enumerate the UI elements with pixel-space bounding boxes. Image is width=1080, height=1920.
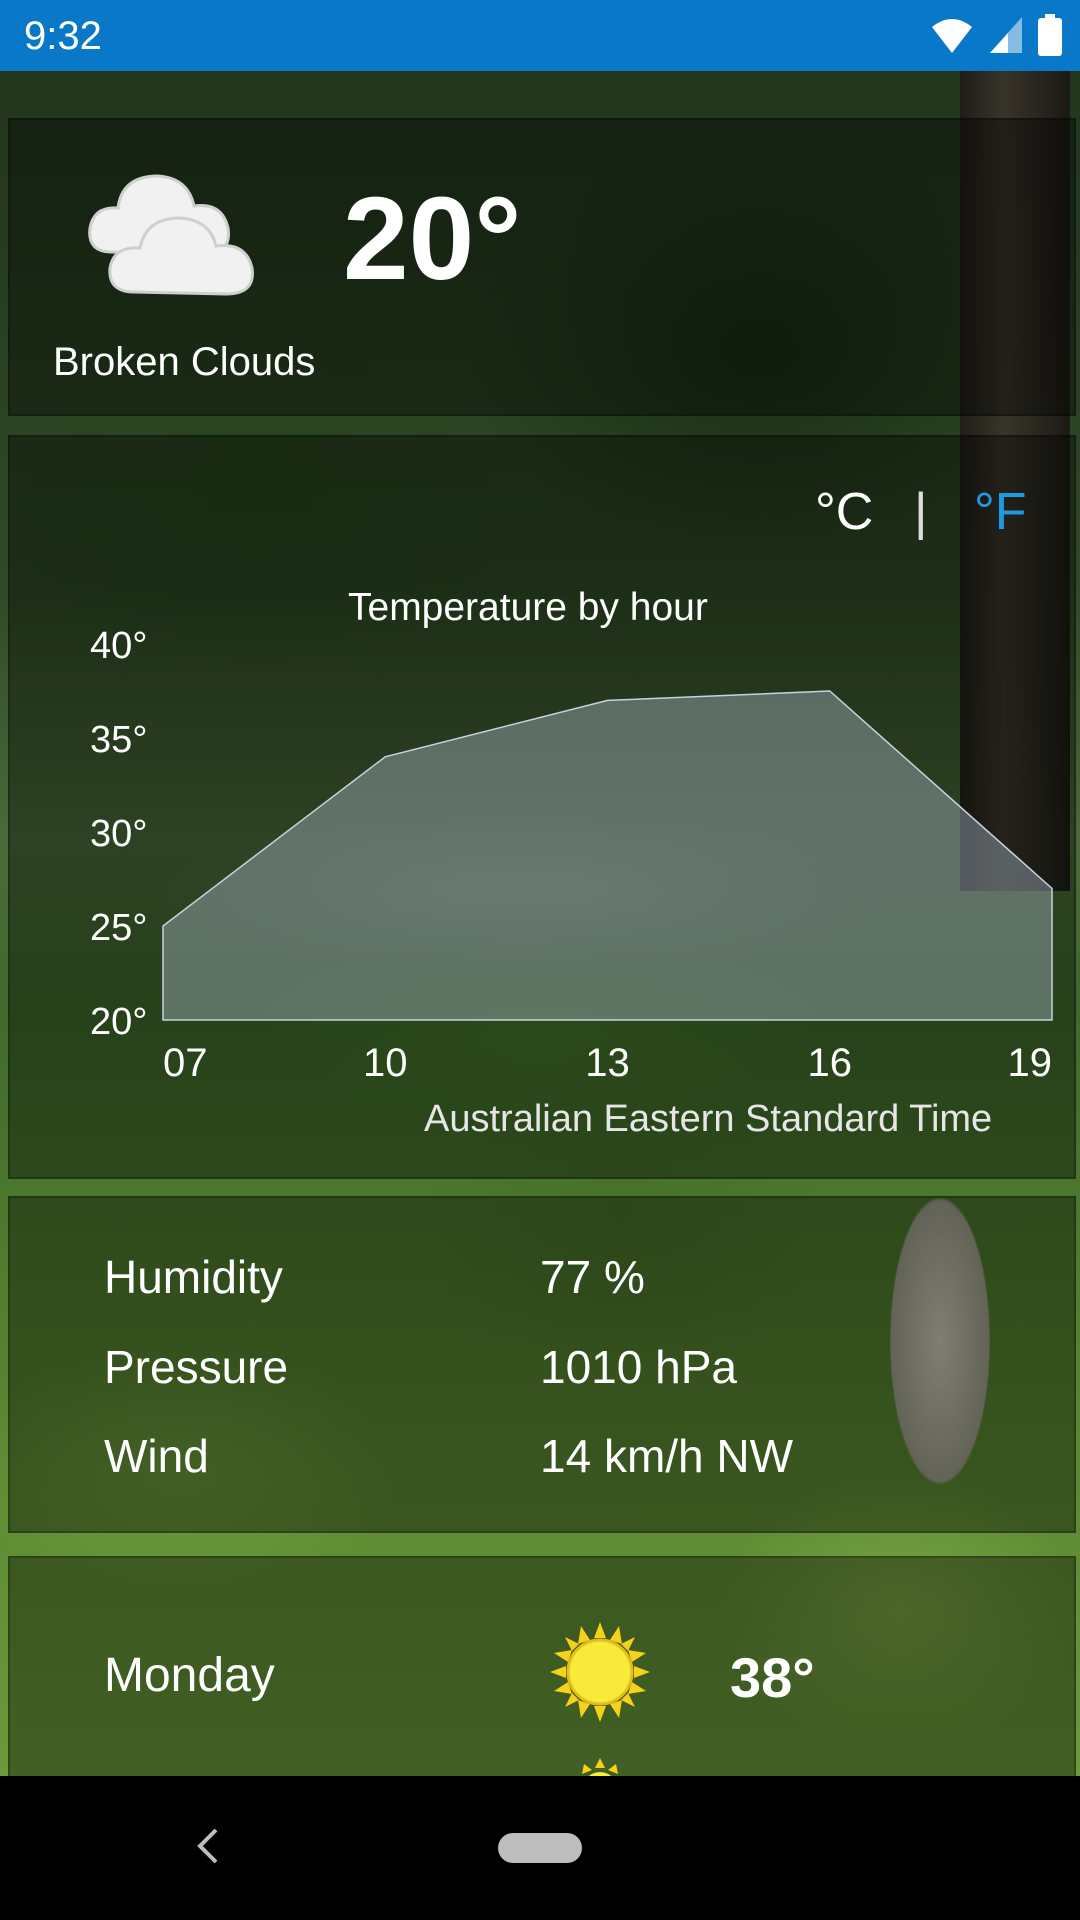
- wifi-icon: [932, 19, 972, 53]
- y-tick-label: 20°: [90, 1001, 147, 1043]
- weather-condition: Broken Clouds: [53, 340, 316, 384]
- fahrenheit-toggle[interactable]: °F: [974, 482, 1027, 542]
- home-button[interactable]: [498, 1833, 582, 1863]
- forecast-temperature: 38°: [730, 1646, 815, 1709]
- back-icon[interactable]: [192, 1826, 222, 1866]
- x-tick-label: 07: [163, 1041, 208, 1080]
- y-tick-label: 35°: [90, 719, 147, 761]
- battery-icon: [1038, 14, 1062, 56]
- y-tick-label: 25°: [90, 907, 147, 949]
- x-tick-label: 10: [363, 1041, 408, 1080]
- current-temperature: 20°: [343, 173, 522, 305]
- pressure-value: 1010 hPa: [540, 1341, 737, 1393]
- y-tick-label: 40°: [90, 625, 147, 667]
- humidity-label: Humidity: [104, 1251, 283, 1303]
- pressure-label: Pressure: [104, 1341, 289, 1393]
- x-tick-label: 13: [585, 1041, 630, 1080]
- unit-separator: |: [914, 483, 928, 541]
- sun-icon: [582, 1758, 618, 1778]
- celsius-toggle[interactable]: °C: [815, 482, 873, 542]
- cloud-icon: [88, 174, 254, 296]
- humidity-value: 77 %: [540, 1251, 645, 1303]
- wind-value: 14 km/h NW: [540, 1430, 794, 1482]
- temperature-chart: 40° 35° 30° 25° 20° 07 10 13 16 19: [90, 625, 1053, 1080]
- cell-signal-icon: [990, 17, 1022, 53]
- sun-icon: [550, 1622, 650, 1722]
- status-time: 9:32: [24, 14, 102, 58]
- forecast-day: Monday: [104, 1649, 275, 1702]
- x-tick-label: 16: [808, 1041, 853, 1080]
- wind-label: Wind: [104, 1430, 209, 1482]
- y-tick-label: 30°: [90, 813, 147, 855]
- x-tick-label: 19: [1008, 1041, 1053, 1080]
- timezone-label: Australian Eastern Standard Time: [424, 1098, 993, 1140]
- temperature-area: [162, 690, 1053, 1021]
- status-bar: 9:32: [0, 0, 1080, 71]
